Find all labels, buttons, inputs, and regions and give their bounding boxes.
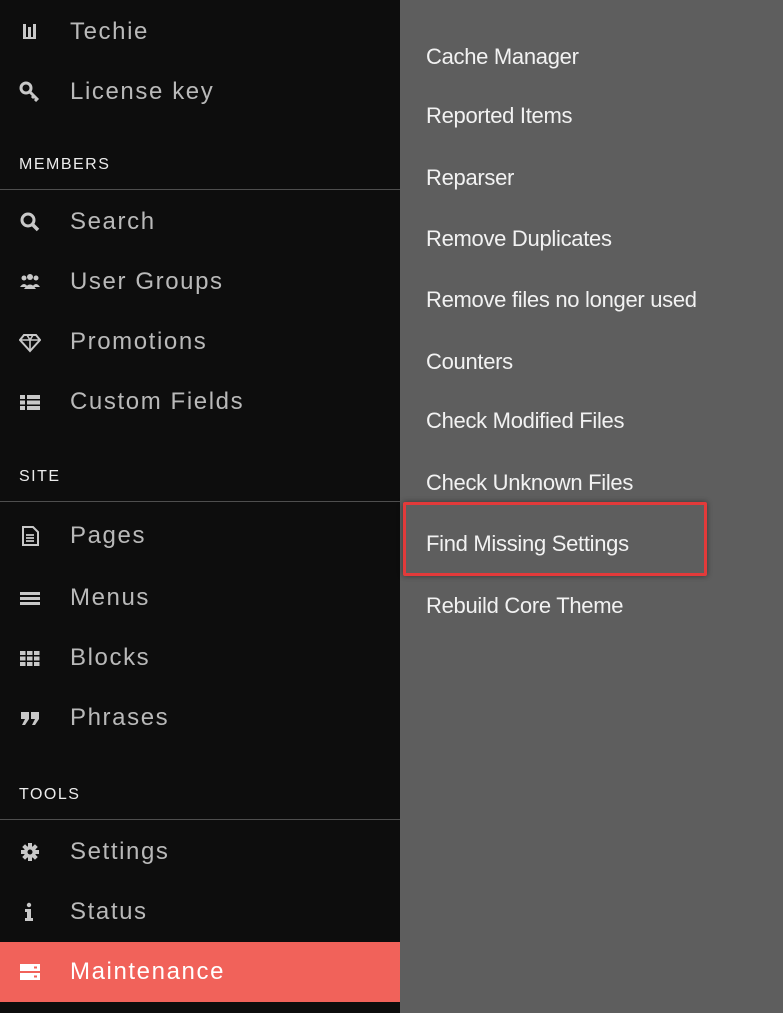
gear-icon	[19, 841, 41, 863]
submenu-item-find-missing-settings[interactable]: Find Missing Settings	[426, 526, 629, 562]
submenu-item-check-unknown-files[interactable]: Check Unknown Files	[426, 465, 633, 501]
sidebar-item-label: Custom Fields	[70, 388, 245, 415]
submenu-item-reparser[interactable]: Reparser	[426, 160, 514, 196]
diamond-icon	[19, 331, 41, 353]
sidebar-item-user-groups[interactable]: User Groups	[0, 252, 400, 312]
submenu-item-remove-duplicates[interactable]: Remove Duplicates	[426, 221, 612, 257]
sidebar-item-custom-fields[interactable]: Custom Fields	[0, 372, 400, 432]
sidebar-item-pages[interactable]: Pages	[0, 506, 400, 566]
server-icon	[19, 961, 41, 983]
techie-logo-icon	[19, 21, 41, 43]
sidebar-item-label: Settings	[70, 838, 170, 865]
submenu-item-remove-unused-files[interactable]: Remove files no longer used	[426, 282, 697, 318]
sidebar-item-label: Pages	[70, 522, 147, 549]
section-header-tools: TOOLS	[0, 770, 400, 820]
search-icon	[19, 211, 41, 233]
sidebar-item-promotions[interactable]: Promotions	[0, 312, 400, 372]
maintenance-submenu: Cache Manager Reported Items Reparser Re…	[400, 0, 783, 1013]
submenu-item-check-modified-files[interactable]: Check Modified Files	[426, 403, 625, 439]
quote-icon	[19, 707, 41, 729]
section-header-site: SITE	[0, 452, 400, 502]
sidebar-item-label: User Groups	[70, 268, 224, 295]
sidebar-item-label: Promotions	[70, 328, 208, 355]
sidebar-item-menus[interactable]: Menus	[0, 568, 400, 628]
sidebar-item-status[interactable]: Status	[0, 882, 400, 942]
users-icon	[19, 271, 41, 293]
submenu-item-rebuild-core-theme[interactable]: Rebuild Core Theme	[426, 588, 623, 624]
list-icon	[19, 391, 41, 413]
grid-icon	[19, 647, 41, 669]
submenu-item-counters[interactable]: Counters	[426, 344, 513, 380]
sidebar-item-phrases[interactable]: Phrases	[0, 688, 400, 748]
sidebar-item-settings[interactable]: Settings	[0, 822, 400, 882]
sidebar-item-label: Status	[70, 898, 148, 925]
sidebar-item-label: Phrases	[70, 704, 170, 731]
sidebar-item-label: Techie	[70, 18, 149, 45]
sidebar-item-label: Maintenance	[70, 958, 226, 985]
key-icon	[19, 81, 41, 103]
info-icon	[19, 901, 41, 923]
sidebar-item-blocks[interactable]: Blocks	[0, 628, 400, 688]
sidebar-item-maintenance[interactable]: Maintenance	[0, 942, 400, 1002]
section-header-members: MEMBERS	[0, 140, 400, 190]
sidebar-item-techie[interactable]: Techie	[0, 2, 400, 62]
page-icon	[19, 525, 41, 547]
sidebar-item-search[interactable]: Search	[0, 192, 400, 252]
sidebar: Techie License key MEMBERS Search User G…	[0, 0, 400, 1013]
sidebar-item-label: License key	[70, 78, 215, 105]
submenu-item-cache-manager[interactable]: Cache Manager	[426, 39, 579, 75]
submenu-item-reported-items[interactable]: Reported Items	[426, 98, 573, 134]
sidebar-item-license-key[interactable]: License key	[0, 62, 400, 122]
sidebar-item-label: Menus	[70, 584, 151, 611]
sidebar-item-label: Blocks	[70, 644, 151, 671]
menu-icon	[19, 587, 41, 609]
sidebar-item-label: Search	[70, 208, 156, 235]
